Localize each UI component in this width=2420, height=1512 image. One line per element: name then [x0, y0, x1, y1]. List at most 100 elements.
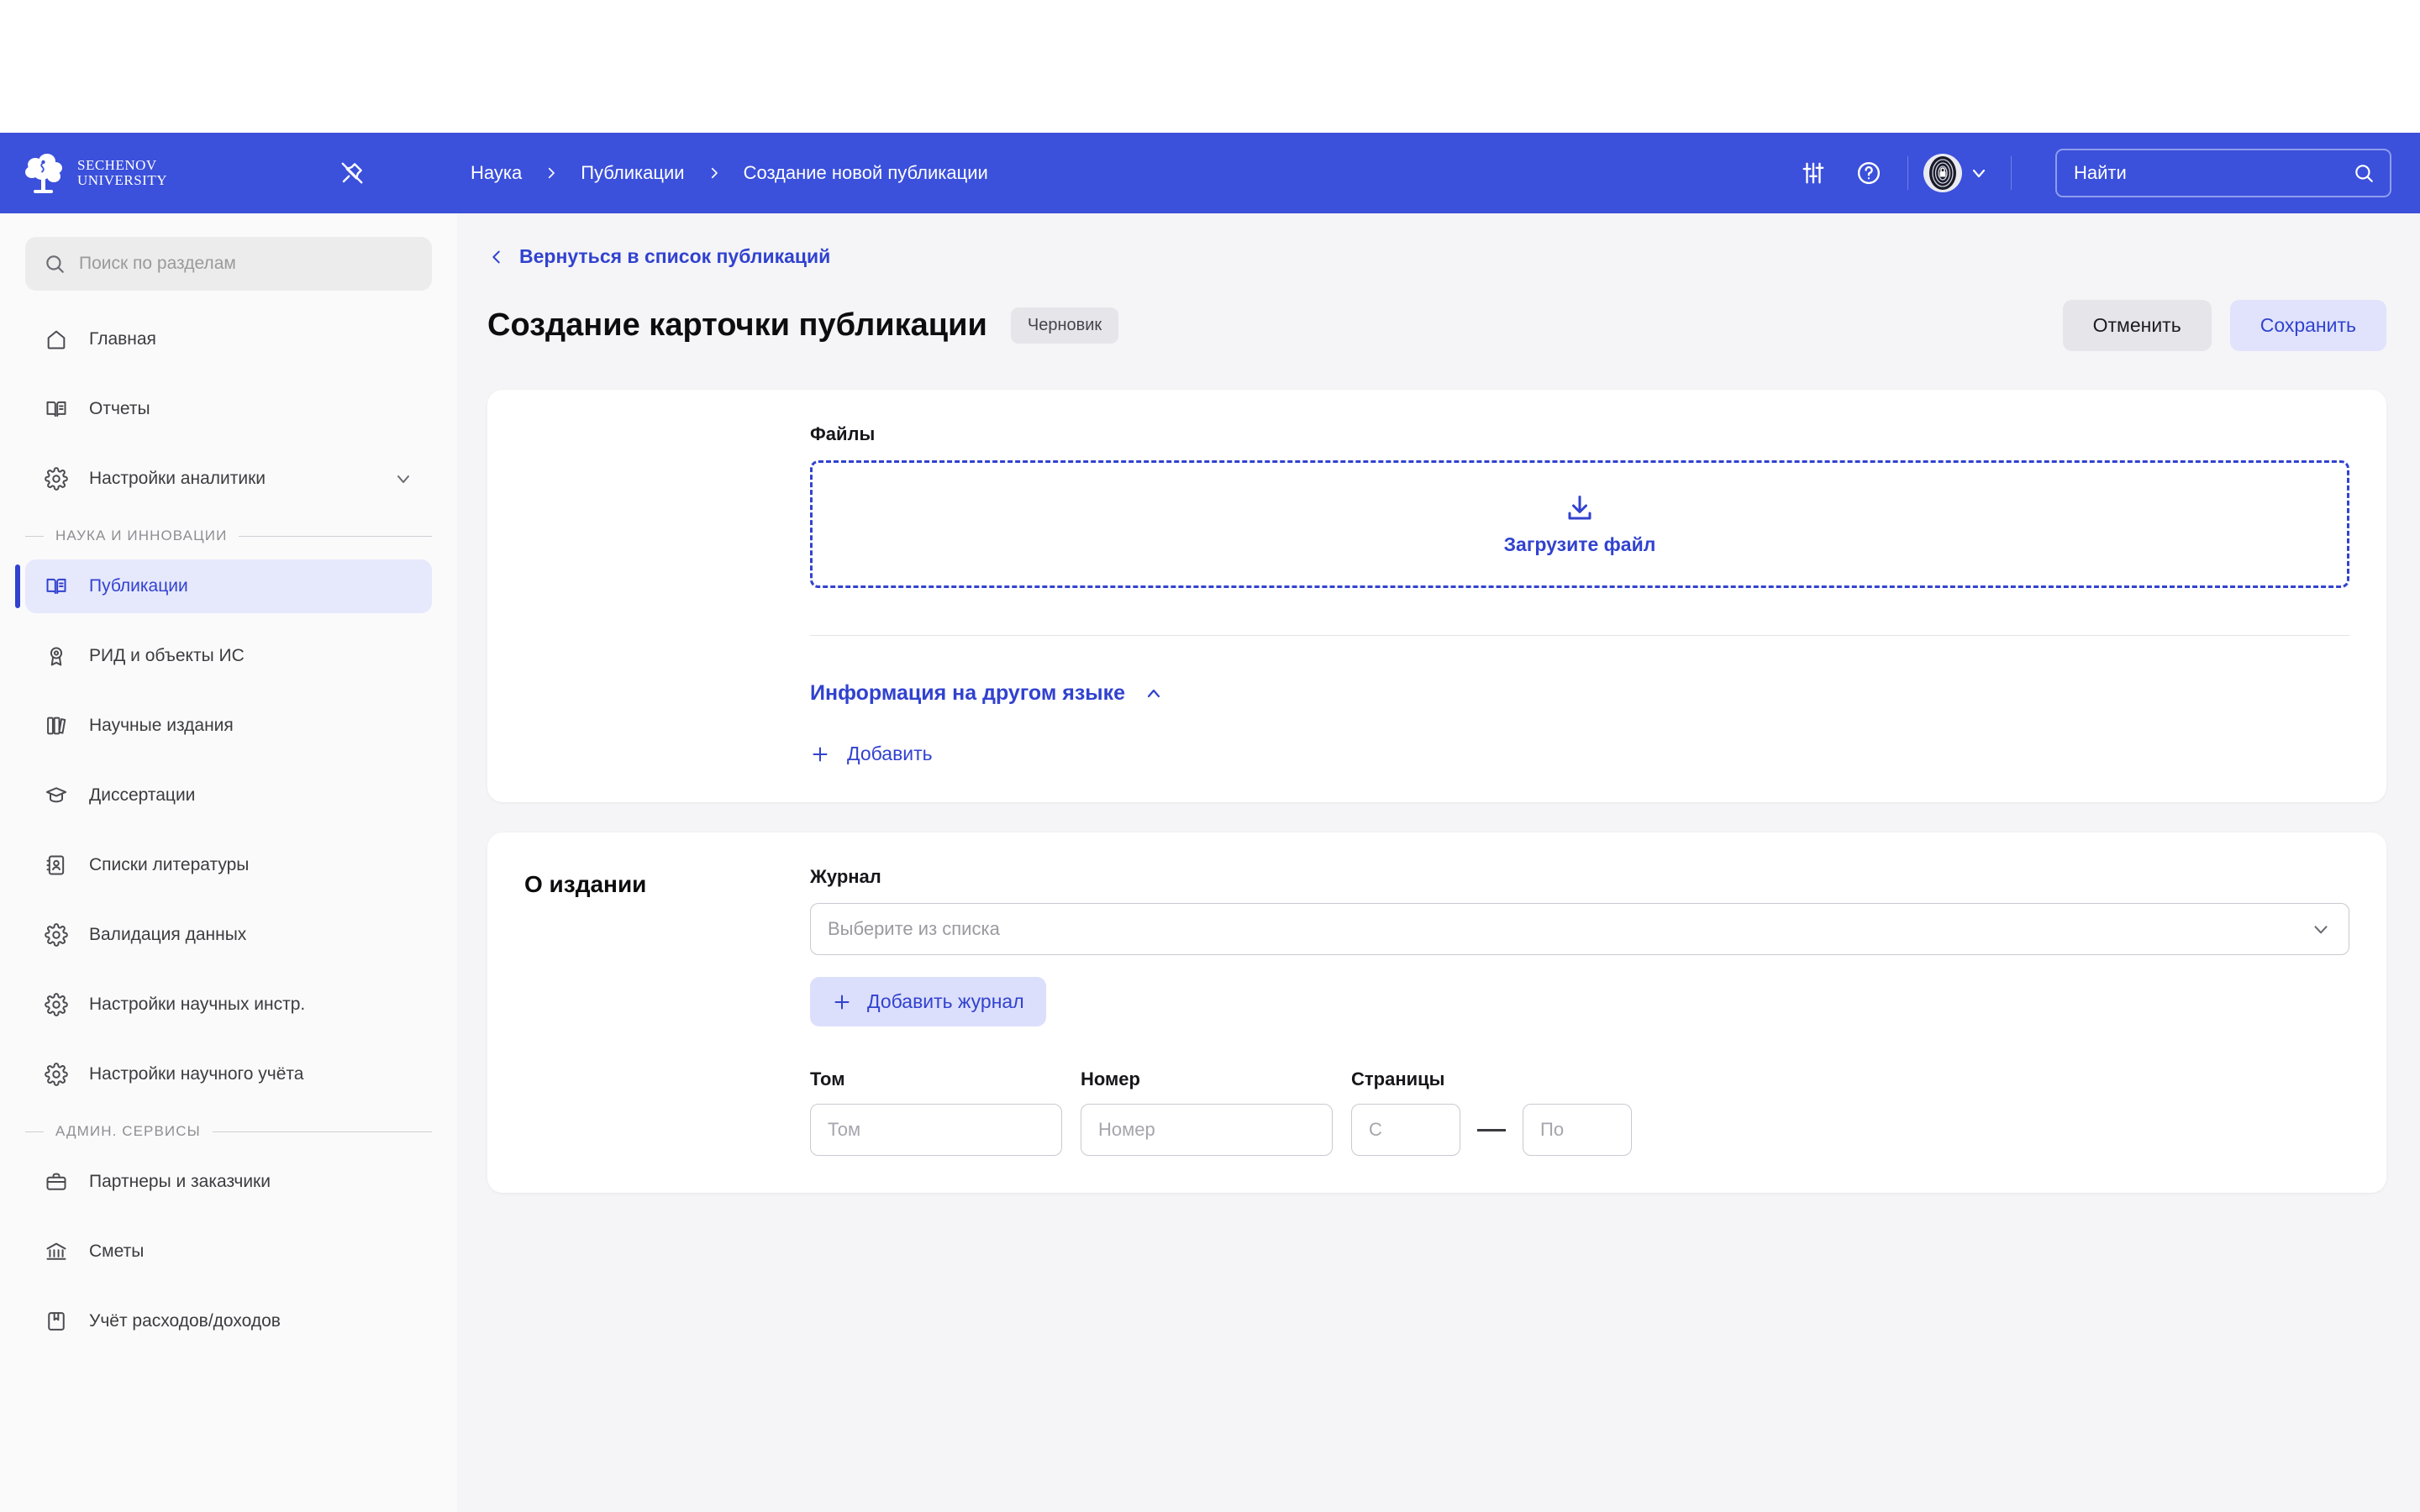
other-language-info-label: Информация на другом языке [810, 681, 1126, 705]
sidebar-item-bibliography[interactable]: Списки литературы [25, 838, 432, 892]
add-language-button[interactable]: Добавить [810, 743, 933, 765]
logo-wordmark: SECHENOV UNIVERSITY [77, 156, 167, 188]
sidebar-item-reports[interactable]: Отчеты [25, 382, 432, 436]
contact-book-icon [44, 853, 69, 878]
sidebar-item-label: Настройки научных инстр. [89, 995, 306, 1014]
chevron-up-icon [1144, 684, 1164, 704]
sidebar-item-label: Публикации [89, 576, 188, 596]
sidebar-group-label: НАУКА И ИННОВАЦИИ [55, 528, 228, 543]
number-group: Номер [1081, 1068, 1333, 1156]
header-divider [2011, 156, 2012, 190]
add-journal-button[interactable]: Добавить журнал [810, 977, 1046, 1026]
award-icon [44, 643, 69, 669]
breadcrumb: Наука Публикации Создание новой публикац… [471, 162, 988, 184]
sidebar-search[interactable] [25, 237, 432, 291]
search-icon[interactable] [2353, 162, 2375, 184]
user-avatar[interactable] [1923, 154, 1962, 192]
book-open-icon [44, 574, 69, 599]
sidebar-item-label: Отчеты [89, 399, 150, 418]
gear-icon [44, 922, 69, 948]
sidebar-item-rid[interactable]: РИД и объекты ИС [25, 629, 432, 683]
sidebar-item-label: Главная [89, 329, 156, 349]
sidebar-item-label: Валидация данных [89, 925, 247, 944]
sliders-icon[interactable] [1790, 150, 1837, 197]
sidebar-item-publications[interactable]: Публикации [15, 559, 432, 613]
breadcrumb-item-current: Создание новой публикации [743, 162, 988, 183]
books-icon [44, 713, 69, 738]
back-link-label: Вернуться в список публикаций [519, 245, 831, 267]
volume-input[interactable] [810, 1104, 1062, 1156]
files-card: Файлы Загрузите файл Информация на друго… [487, 390, 2386, 802]
app-logo[interactable]: SECHENOV UNIVERSITY [22, 151, 333, 195]
back-to-publications-link[interactable]: Вернуться в список публикаций [487, 245, 830, 268]
volume-group: Том [810, 1068, 1062, 1156]
main-content: Вернуться в список публикаций Создание к… [457, 213, 2420, 1512]
download-icon [1565, 493, 1595, 523]
sidebar-item-label: Партнеры и заказчики [89, 1172, 271, 1191]
sidebar-item-home[interactable]: Главная [25, 312, 432, 366]
chevron-down-icon[interactable] [1962, 156, 1996, 190]
sidebar-search-input[interactable] [79, 254, 413, 274]
sechenov-tree-logo-icon [22, 151, 66, 195]
other-language-info-toggle[interactable]: Информация на другом языке [810, 681, 1164, 706]
search-input[interactable] [2074, 162, 2353, 184]
save-button[interactable]: Сохранить [2229, 300, 2386, 351]
search-icon [44, 253, 66, 275]
sidebar-item-scientific-tools-settings[interactable]: Настройки научных инстр. [25, 978, 432, 1032]
edition-card: О издании Журнал Выберите из списка Доба… [487, 832, 2386, 1193]
sidebar-item-label: РИД и объекты ИС [89, 646, 245, 665]
ledger-icon [44, 1309, 69, 1334]
journal-field-label: Журнал [810, 866, 881, 887]
edition-fields-row: Том Номер Страницы [810, 1068, 2349, 1156]
sidebar-item-label: Списки литературы [89, 855, 250, 874]
sidebar-item-label: Настройки научного учёта [89, 1064, 304, 1084]
plus-icon [832, 992, 852, 1012]
sidebar-item-label: Диссертации [89, 785, 196, 805]
sidebar-item-label: Учёт расходов/доходов [89, 1311, 281, 1331]
help-circle-icon[interactable] [1845, 150, 1892, 197]
browser-top-strip [0, 0, 2420, 133]
pages-from-input[interactable] [1351, 1104, 1460, 1156]
volume-label: Том [810, 1068, 845, 1089]
file-dropzone[interactable]: Загрузите файл [810, 460, 2349, 588]
pages-to-input[interactable] [1523, 1104, 1632, 1156]
sidebar-item-dissertations[interactable]: Диссертации [25, 769, 432, 822]
number-input[interactable] [1081, 1104, 1333, 1156]
breadcrumb-item-publications[interactable]: Публикации [581, 162, 684, 184]
sidebar: Главная Отчеты Настройки аналитики НАУКА… [0, 213, 457, 1512]
sidebar-item-estimates[interactable]: Сметы [25, 1225, 432, 1278]
sidebar-item-partners[interactable]: Партнеры и заказчики [25, 1155, 432, 1209]
chevron-left-icon [487, 248, 506, 266]
chevron-down-icon[interactable] [2310, 918, 2332, 940]
chevron-down-icon[interactable] [393, 469, 413, 489]
sidebar-item-scientific-editions[interactable]: Научные издания [25, 699, 432, 753]
header-divider [1907, 156, 1908, 190]
briefcase-icon [44, 1169, 69, 1194]
pin-off-icon[interactable] [333, 154, 371, 192]
chevron-right-icon [707, 165, 722, 181]
range-dash-icon [1477, 1128, 1506, 1131]
dropzone-label: Загрузите файл [1503, 533, 1656, 555]
number-label: Номер [1081, 1068, 1140, 1089]
page-actions: Отменить Сохранить [2062, 300, 2386, 351]
add-journal-label: Добавить журнал [867, 990, 1024, 1012]
pages-group: Страницы [1351, 1068, 1632, 1156]
files-card-body: Файлы Загрузите файл Информация на друго… [810, 423, 2349, 765]
files-card-label-col [524, 423, 810, 765]
sidebar-item-scientific-accounting-settings[interactable]: Настройки научного учёта [25, 1047, 432, 1101]
global-search[interactable] [2055, 149, 2391, 197]
sidebar-item-expense-income[interactable]: Учёт расходов/доходов [25, 1294, 432, 1348]
graduation-cap-icon [44, 783, 69, 808]
sidebar-item-label: Научные издания [89, 716, 234, 735]
edition-card-body: Журнал Выберите из списка Добавить журна… [810, 866, 2349, 1156]
breadcrumb-item-science[interactable]: Наука [471, 162, 522, 184]
cancel-button[interactable]: Отменить [2062, 300, 2212, 351]
book-open-icon [44, 396, 69, 422]
sidebar-item-data-validation[interactable]: Валидация данных [25, 908, 432, 962]
journal-select[interactable]: Выберите из списка [810, 903, 2349, 955]
home-icon [44, 327, 69, 352]
logo-line-1: SECHENOV [77, 156, 157, 173]
edition-card-label-col: О издании [524, 866, 810, 1156]
gear-icon [44, 1062, 69, 1087]
sidebar-item-analytics-settings[interactable]: Настройки аналитики [25, 452, 432, 506]
